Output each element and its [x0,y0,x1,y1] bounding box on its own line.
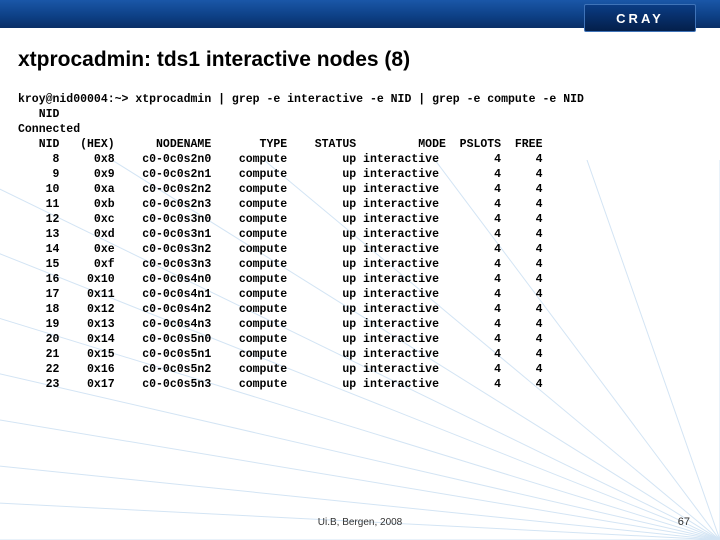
footer-center: Ui.B, Bergen, 2008 [0,517,720,528]
terminal-output: kroy@nid00004:~> xtprocadmin | grep -e i… [18,92,702,392]
brand-logo: CRAY [584,4,696,32]
slide-title: xtprocadmin: tds1 interactive nodes (8) [18,48,700,72]
slide: CRAY xtprocadmin: tds1 interactive nodes… [0,0,720,540]
brand-text: CRAY [616,11,664,26]
footer-page: 67 [678,516,690,528]
